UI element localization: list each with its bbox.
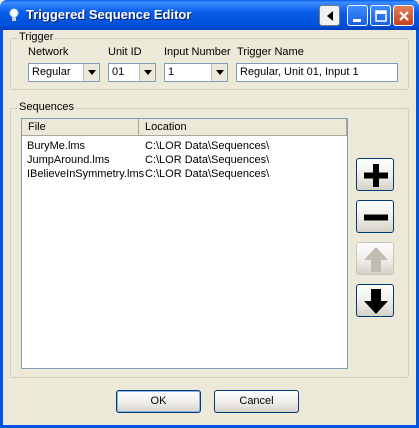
network-select[interactable]: Regular xyxy=(28,63,100,82)
trigger-name-value: Regular, Unit 01, Input 1 xyxy=(240,66,359,78)
back-arrow-icon xyxy=(327,11,333,21)
list-header: File Location xyxy=(22,119,347,136)
sequences-list[interactable]: File Location BuryMe.lms C:\LOR Data\Seq… xyxy=(21,118,348,369)
close-button[interactable] xyxy=(393,5,414,26)
down-arrow-icon xyxy=(364,289,388,314)
column-header-file[interactable]: File xyxy=(22,119,139,136)
plus-icon xyxy=(364,164,388,187)
input-number-label: Input Number xyxy=(164,46,231,58)
close-icon xyxy=(399,11,409,21)
up-arrow-icon xyxy=(364,247,388,272)
input-number-value: 1 xyxy=(168,66,175,78)
unit-id-label: Unit ID xyxy=(108,46,142,58)
chevron-down-icon xyxy=(216,70,224,75)
chevron-down-icon xyxy=(88,70,96,75)
network-label: Network xyxy=(28,46,69,58)
trigger-name-label: Trigger Name xyxy=(237,46,304,58)
minimize-button[interactable] xyxy=(347,5,368,26)
ok-button[interactable]: OK xyxy=(116,390,201,413)
location-cell: C:\LOR Data\Sequences\ xyxy=(145,140,270,152)
table-row[interactable]: BuryMe.lms C:\LOR Data\Sequences\ xyxy=(22,140,347,154)
maximize-icon xyxy=(375,10,387,22)
unit-id-value: 01 xyxy=(112,66,125,78)
sequences-legend: Sequences xyxy=(17,101,77,113)
input-number-dropdown-button[interactable] xyxy=(211,64,227,81)
dialog-client-area: Trigger Network Regular Unit ID 01 Input… xyxy=(3,30,416,425)
table-row[interactable]: IBelieveInSymmetry.lms C:\LOR Data\Seque… xyxy=(22,168,347,182)
back-button[interactable] xyxy=(319,5,340,26)
title-bar[interactable]: Triggered Sequence Editor xyxy=(0,0,419,30)
minimize-icon xyxy=(353,19,361,22)
location-cell: C:\LOR Data\Sequences\ xyxy=(145,154,270,166)
location-cell: C:\LOR Data\Sequences\ xyxy=(145,168,270,180)
move-up-button[interactable] xyxy=(356,242,394,275)
network-dropdown-button[interactable] xyxy=(83,64,99,81)
minus-icon xyxy=(364,214,388,221)
dialog-window: Triggered Sequence Editor Trigger Networ… xyxy=(0,0,419,428)
lightbulb-icon xyxy=(6,7,22,23)
chevron-down-icon xyxy=(144,70,152,75)
unit-id-dropdown-button[interactable] xyxy=(139,64,155,81)
unit-id-select[interactable]: 01 xyxy=(108,63,156,82)
move-down-button[interactable] xyxy=(356,284,394,317)
add-sequence-button[interactable] xyxy=(356,158,394,191)
trigger-name-field[interactable]: Regular, Unit 01, Input 1 xyxy=(236,63,398,82)
input-number-select[interactable]: 1 xyxy=(164,63,228,82)
window-title: Triggered Sequence Editor xyxy=(26,7,192,22)
file-cell: JumpAround.lms xyxy=(27,154,110,166)
file-cell: IBelieveInSymmetry.lms xyxy=(27,168,145,180)
table-row[interactable]: JumpAround.lms C:\LOR Data\Sequences\ xyxy=(22,154,347,168)
file-cell: BuryMe.lms xyxy=(27,140,86,152)
cancel-button[interactable]: Cancel xyxy=(214,390,299,413)
maximize-button[interactable] xyxy=(370,5,391,26)
column-header-location[interactable]: Location xyxy=(139,119,347,136)
remove-sequence-button[interactable] xyxy=(356,200,394,233)
trigger-legend: Trigger xyxy=(17,31,56,43)
network-value: Regular xyxy=(32,66,71,78)
